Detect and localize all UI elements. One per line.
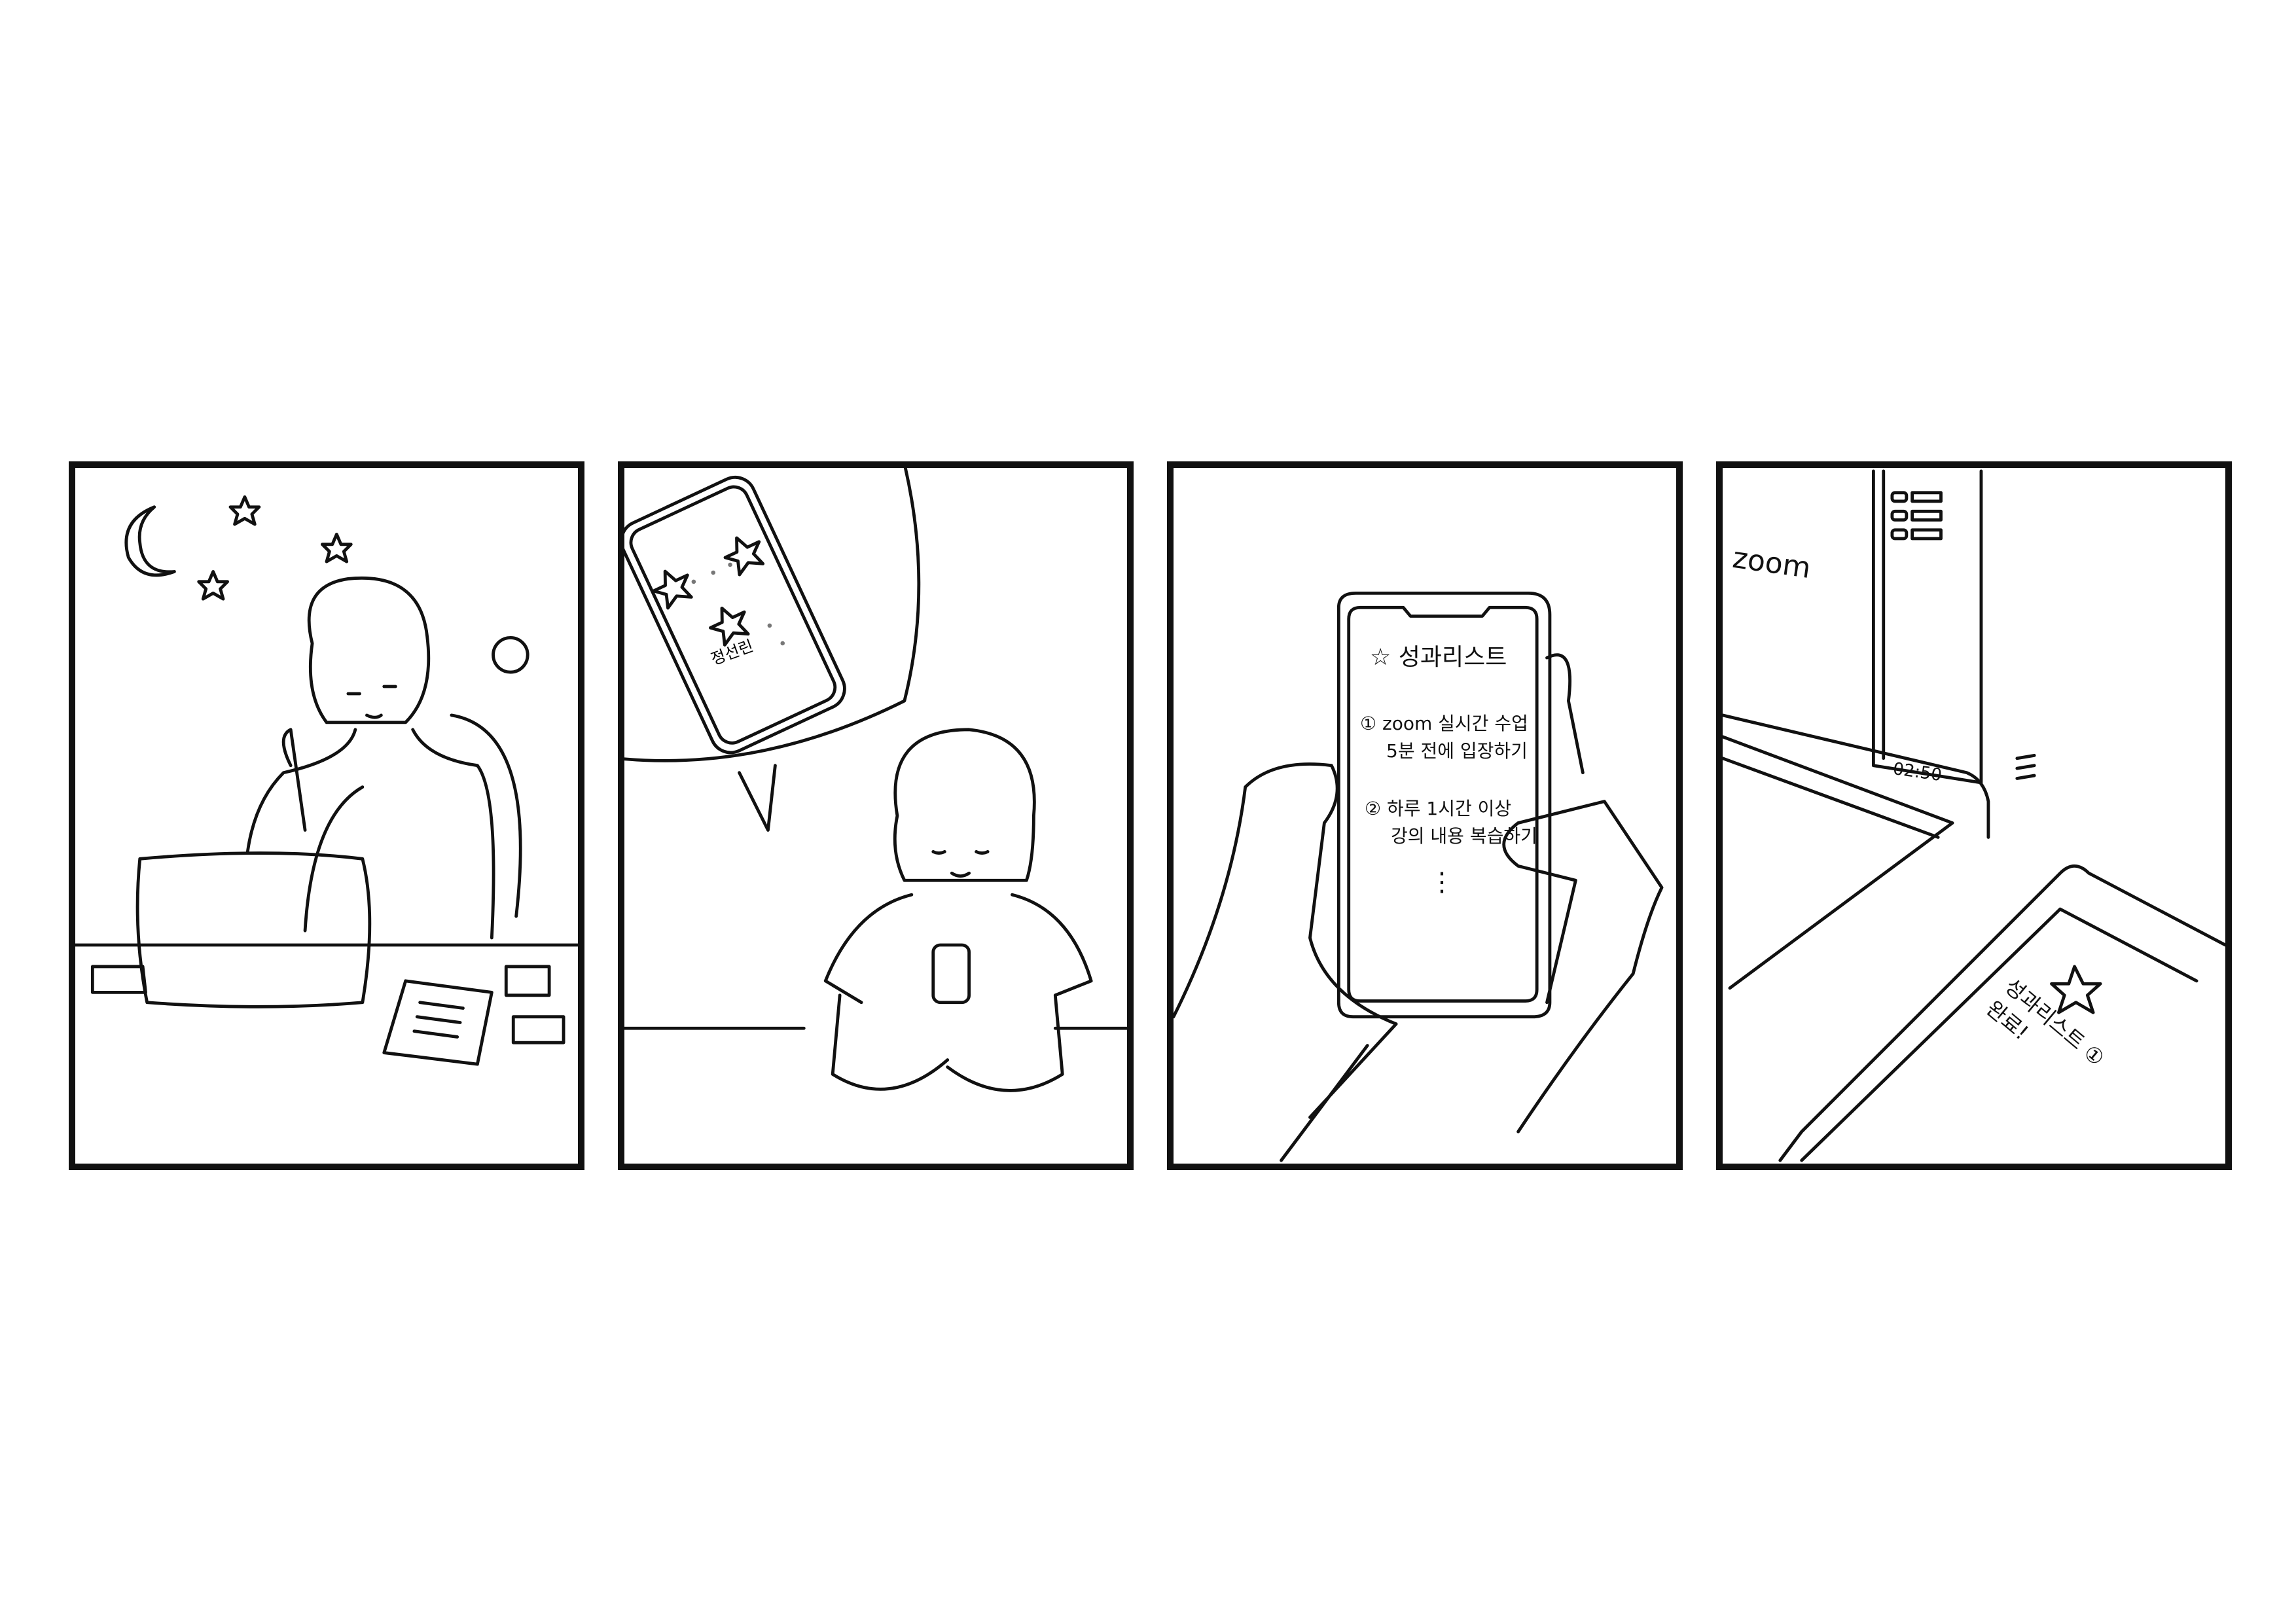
star-icon xyxy=(228,495,261,526)
list-item-1: ① zoom 실시간 수업 5분 전에 입장하기 xyxy=(1360,710,1528,765)
laptop-screen xyxy=(1723,469,1990,839)
phone-illustration xyxy=(624,475,846,755)
star-icon xyxy=(2050,965,2102,1014)
phone-in-hand xyxy=(931,943,971,1005)
list-title: ☆ 성과리스트 xyxy=(1370,638,1507,672)
star-icon xyxy=(197,570,230,601)
panel-1-illustration xyxy=(75,495,578,1066)
moon-icon xyxy=(124,505,176,577)
comic-panel-4: zoom 02:50 성과리스트 ① 완료! xyxy=(1716,461,2232,1170)
star-icon xyxy=(321,533,353,563)
left-hand xyxy=(1174,762,1398,1162)
list-title-text: 성과리스트 xyxy=(1398,644,1507,671)
papers xyxy=(382,979,493,1066)
star-icon xyxy=(652,569,693,610)
scribble-thought-bubble xyxy=(492,635,529,674)
item-number: ② xyxy=(1365,798,1382,819)
phone-label: 정선린 xyxy=(709,637,756,669)
item-line: 강의 내용 복습하기 xyxy=(1391,825,1537,847)
item-line: 5분 전에 입장하기 xyxy=(1386,740,1528,762)
panel-2-illustration: 정선린 xyxy=(624,468,1127,1092)
laptop xyxy=(135,851,372,1008)
star-icon xyxy=(723,536,765,577)
more-ellipsis: ⋮ xyxy=(1429,867,1455,897)
girl-head xyxy=(307,577,431,724)
comic-panel-1 xyxy=(69,461,584,1170)
comic-panel-2: 정선린 xyxy=(618,461,1134,1170)
item-line: 하루 1시간 이상 xyxy=(1387,798,1512,819)
comic-panel-3: ☆ 성과리스트 ① zoom 실시간 수업 5분 전에 입장하기 ② 하루 1시… xyxy=(1167,461,1683,1170)
item-number: ① xyxy=(1360,713,1377,734)
item-line: zoom 실시간 수업 xyxy=(1382,713,1528,734)
girl-head xyxy=(893,728,1036,882)
list-item-2: ② 하루 1시간 이상 강의 내용 복습하기 xyxy=(1365,795,1537,850)
star-icon: ☆ xyxy=(1370,644,1391,671)
